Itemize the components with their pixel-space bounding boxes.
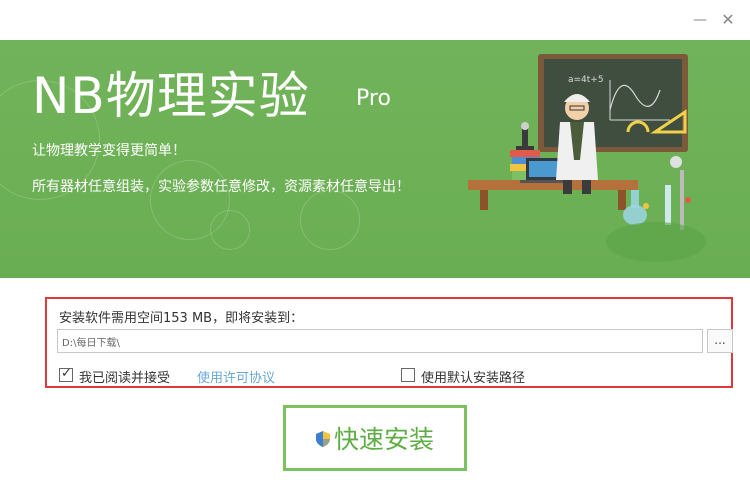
install-options-panel: 安装软件需用空间153 MB，即将安装到： ... ✓ 我已阅读并接受 使用许可… (45, 297, 733, 388)
app-edition: Pro (356, 86, 391, 111)
install-button-label: 快速安装 (333, 425, 434, 454)
teacher-illustration: a=4t+5 (468, 54, 706, 262)
quick-install-button[interactable]: 快速安装 (283, 405, 467, 471)
agree-checkbox[interactable]: ✓ (59, 366, 73, 382)
checkmark-icon: ✓ (61, 366, 72, 381)
space-required-text: 安装软件需用空间153 MB，即将安装到： (59, 311, 304, 326)
decorative-circle (300, 190, 360, 250)
feature-description: 所有器材任意组装，实验参数任意修改，资源素材任意导出！ (32, 179, 410, 195)
close-button[interactable]: ✕ (718, 10, 738, 30)
desk (468, 180, 638, 210)
board-formula: a=4t+5 (568, 75, 604, 85)
header-banner: — ✕ NB物理实验 Pro 让物理教学变得更简单！ 所有器材任意组装，实验参数… (0, 0, 750, 278)
microscope (516, 122, 534, 150)
minimize-button[interactable]: — (690, 10, 710, 30)
tagline: 让物理教学变得更简单！ (32, 143, 186, 159)
agree-label: 我已阅读并接受 (79, 371, 171, 386)
default-path-label: 使用默认安装路径 (421, 371, 526, 386)
uac-shield-icon (315, 431, 330, 447)
install-path-input[interactable] (57, 329, 703, 353)
app-title: NB物理实验 (32, 67, 310, 125)
title-bar (0, 0, 750, 40)
default-path-checkbox[interactable] (401, 368, 415, 382)
decorative-circle (210, 210, 250, 250)
license-agreement-link[interactable]: 使用许可协议 (197, 367, 275, 386)
browse-button[interactable]: ... (707, 329, 733, 353)
